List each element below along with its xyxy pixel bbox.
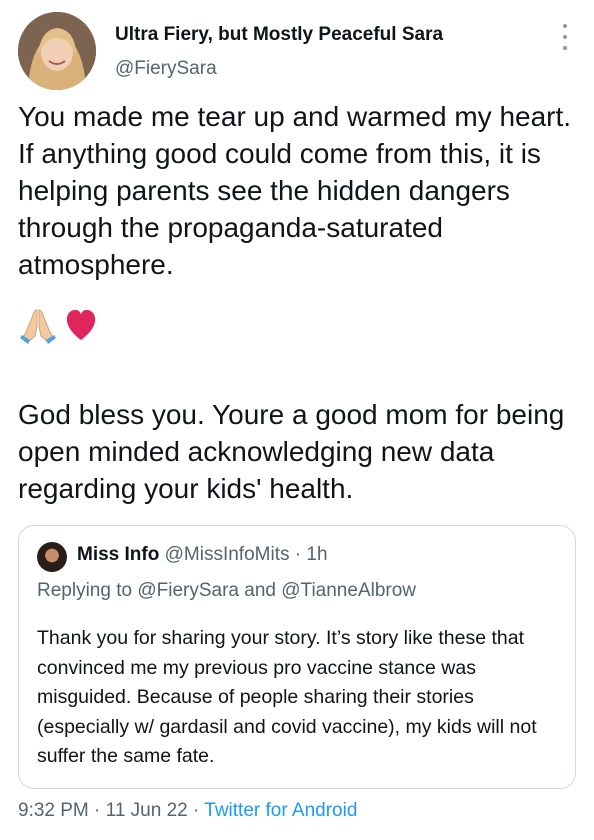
red-heart-icon	[66, 309, 96, 340]
quoted-separator: ·	[289, 544, 307, 565]
quoted-author-name[interactable]: Miss Info	[77, 544, 159, 565]
author-name[interactable]: Ultra Fiery, but Mostly Peaceful Sara	[115, 24, 443, 46]
tweet-text-paragraph-1: You made me tear up and warmed my heart.…	[18, 101, 572, 280]
more-options-icon[interactable]	[556, 24, 574, 50]
quoted-author-handle[interactable]: @MissInfoMits	[165, 544, 290, 565]
quoted-tweet-text: Thank you for sharing your story. It’s s…	[37, 627, 537, 767]
quoted-author-avatar[interactable]	[37, 542, 67, 572]
quoted-header: Miss Info @MissInfoMits · 1h	[77, 544, 328, 566]
avatar-photo	[18, 12, 96, 90]
tweet-date[interactable]: 11 Jun 22	[106, 800, 188, 821]
folded-hands-icon	[20, 309, 56, 344]
footer-separator: ·	[88, 800, 106, 821]
more-dot	[563, 46, 567, 50]
emoji-row	[18, 306, 100, 344]
tweet-text-paragraph-2: God bless you. Youre a good mom for bein…	[18, 399, 565, 504]
author-handle[interactable]: @FierySara	[115, 58, 217, 80]
more-dot	[563, 24, 567, 28]
reply-joiner: and	[239, 580, 282, 601]
reply-mention-2[interactable]: @TianneAlbrow	[281, 580, 416, 601]
tweet-footer: 9:32 PM · 11 Jun 22 · Twitter for Androi…	[18, 800, 357, 822]
tweet: Ultra Fiery, but Mostly Peaceful Sara @F…	[0, 0, 594, 840]
quoted-tweet[interactable]: Miss Info @MissInfoMits · 1h Replying to…	[18, 525, 576, 789]
quoted-timestamp[interactable]: 1h	[306, 544, 327, 565]
footer-separator: ·	[187, 800, 205, 821]
quoted-replying-to: Replying to @FierySara and @TianneAlbrow	[37, 580, 416, 602]
author-avatar[interactable]	[18, 12, 96, 90]
replying-prefix: Replying to	[37, 580, 138, 601]
more-dot	[563, 35, 567, 39]
tweet-time[interactable]: 9:32 PM	[18, 800, 89, 821]
tweet-source-link[interactable]: Twitter for Android	[204, 800, 357, 821]
reply-mention-1[interactable]: @FierySara	[137, 580, 239, 601]
